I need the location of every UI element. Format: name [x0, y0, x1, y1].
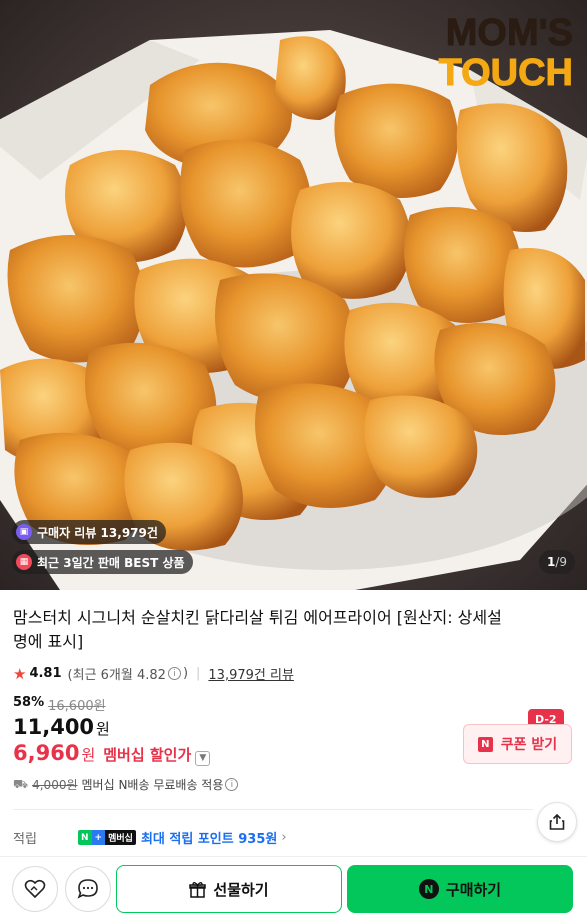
naver-plus-membership-badge: N + 멤버십: [78, 830, 136, 845]
naver-n-icon: N: [477, 736, 493, 752]
discount-percent: 58%: [13, 695, 45, 710]
heart-icon: [24, 879, 46, 899]
membership-price-unit: 원: [81, 746, 96, 764]
divider-bar: |: [196, 666, 201, 681]
truck-icon: ⛟: [13, 776, 29, 791]
star-icon: ★: [13, 664, 27, 683]
logo-line1: MOM'S: [445, 12, 573, 54]
coupon-button-label: 쿠폰 받기: [500, 737, 558, 753]
shipping-row: ⛟ 4,000원 멤버십 N배송 무료배송 적용 i: [13, 776, 239, 793]
points-text: 최대 적립 포인트 935원: [140, 832, 278, 847]
slide-current: 1: [546, 555, 556, 569]
bottom-action-bar: 선물하기 N 구매하기: [0, 856, 587, 920]
slide-counter: 1 /9: [538, 550, 575, 574]
moms-touch-logo: MOM'S TOUCH: [438, 12, 573, 94]
sale-price-unit: 원: [96, 720, 110, 738]
coupon-button[interactable]: N 쿠폰 받기: [463, 724, 572, 764]
badge-member: 멤버십: [105, 830, 136, 845]
review-count-link[interactable]: 13,979건 리뷰: [208, 664, 294, 683]
rating-row: ★ 4.81 (최근 6개월 4.82 i ) | 13,979건 리뷰: [13, 664, 294, 684]
info-icon[interactable]: i: [225, 778, 239, 791]
shipping-text: 멤버십 N배송 무료배송 적용: [81, 778, 224, 792]
original-price: 16,600원: [48, 699, 106, 714]
review-count-badge: ▣ 구매자 리뷰 13,979건: [12, 520, 166, 544]
review-icon: ▣: [16, 524, 32, 540]
gift-icon: [189, 881, 207, 898]
rating-recent-close: ): [182, 666, 189, 681]
gift-button-label: 선물하기: [213, 880, 269, 899]
info-icon[interactable]: i: [167, 667, 181, 680]
share-icon: [549, 813, 565, 830]
membership-price-label: 멤버십 할인가: [103, 746, 192, 764]
badge-n: N: [78, 830, 92, 845]
chevron-down-icon[interactable]: ▼: [195, 750, 211, 766]
discount-row: 58% 16,600원: [13, 695, 106, 714]
buy-button-label: 구매하기: [445, 880, 502, 899]
wishlist-button[interactable]: [12, 866, 58, 912]
logo-line2: TOUCH: [438, 52, 573, 94]
buy-button[interactable]: N 구매하기: [347, 865, 573, 913]
shipping-original-fee: 4,000원: [32, 778, 78, 792]
share-button[interactable]: [537, 802, 577, 842]
points-row[interactable]: 적립 N + 멤버십 최대 적립 포인트 935원 ›: [13, 828, 287, 847]
membership-price[interactable]: 6,960 원 멤버십 할인가 ▼: [13, 741, 211, 766]
chevron-right-icon: ›: [281, 830, 287, 845]
best-seller-badge-label: 최근 3일간 판매 BEST 상품: [37, 555, 185, 570]
sale-price: 11,400 원: [13, 715, 110, 739]
product-image[interactable]: MOM'S TOUCH ▣ 구매자 리뷰 13,979건 ▦ 최근 3일간 판매…: [0, 0, 587, 590]
gift-button[interactable]: 선물하기: [116, 865, 342, 913]
review-count-badge-label: 구매자 리뷰 13,979건: [37, 525, 158, 540]
product-title: 맘스터치 시그니처 순살치킨 닭다리살 튀김 에어프라이어 [원산지: 상세설명…: [13, 608, 502, 651]
section-divider: [13, 809, 533, 810]
rating-recent: (최근 6개월 4.82: [67, 668, 166, 683]
slide-total: /9: [555, 555, 567, 569]
best-seller-badge: ▦ 최근 3일간 판매 BEST 상품: [12, 550, 193, 574]
gift-box-icon: ▦: [16, 554, 32, 570]
naver-pay-icon: N: [418, 879, 439, 899]
rating-score: 4.81: [29, 666, 62, 681]
points-label: 적립: [13, 832, 37, 847]
chat-bubble-icon: [77, 879, 98, 899]
membership-price-value: 6,960: [13, 741, 80, 765]
talk-button[interactable]: [65, 866, 111, 912]
sale-price-value: 11,400: [13, 715, 95, 739]
badge-plus: +: [91, 830, 106, 845]
